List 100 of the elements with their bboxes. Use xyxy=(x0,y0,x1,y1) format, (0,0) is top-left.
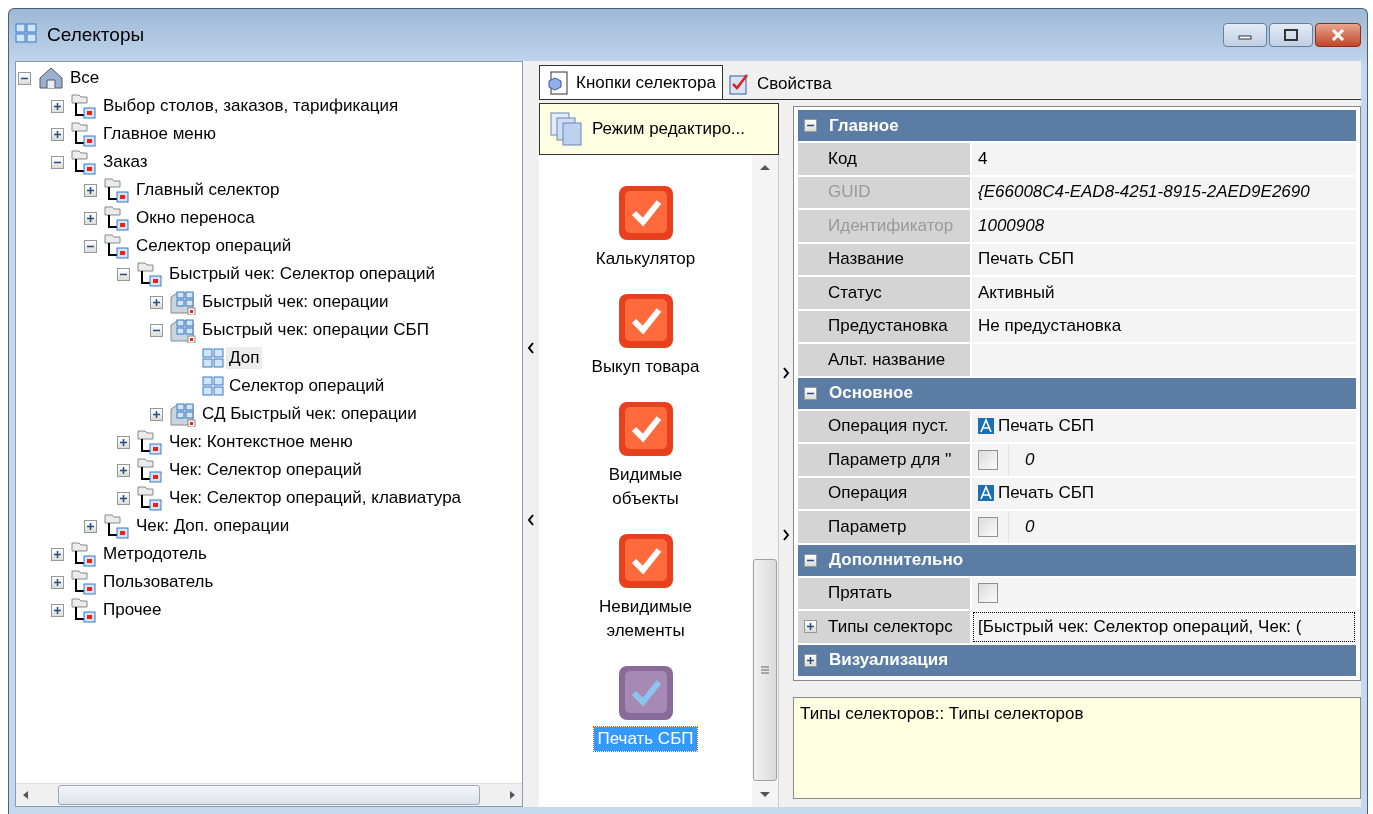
property-label: Параметр для '' xyxy=(798,444,970,476)
property-label: Прятать xyxy=(798,577,970,609)
collapse-icon[interactable] xyxy=(84,239,97,253)
tree-item[interactable]: Чек: Контекстное меню xyxy=(166,431,356,453)
tree-item[interactable]: Быстрый чек: операции xyxy=(199,291,392,313)
folder-icon xyxy=(70,149,98,175)
property-value[interactable]: 0 xyxy=(972,511,1356,543)
expand-icon[interactable] xyxy=(117,491,130,505)
property-label: Идентификатор xyxy=(798,210,970,242)
expand-icon[interactable] xyxy=(84,211,97,225)
maximize-button[interactable] xyxy=(1269,23,1313,47)
tree-item[interactable]: Быстрый чек: операции СБП xyxy=(199,319,432,341)
collapse-left-icon[interactable] xyxy=(527,514,535,526)
property-value[interactable]: Активный xyxy=(972,277,1356,309)
tree-item[interactable]: Селектор операций xyxy=(226,375,388,397)
pages-icon xyxy=(550,112,582,146)
folder-grid-icon xyxy=(169,317,197,343)
maximize-icon xyxy=(1284,29,1298,41)
tab[interactable]: Свойства xyxy=(722,69,838,99)
property-value[interactable]: Печать СБП xyxy=(972,477,1356,509)
close-button[interactable] xyxy=(1315,23,1361,47)
tree-item[interactable]: Прочее xyxy=(100,599,165,621)
tree-item[interactable]: Чек: Селектор операций, клавиатура xyxy=(166,487,465,509)
tree-item[interactable]: Главный селектор xyxy=(133,179,283,201)
letter-a-icon xyxy=(978,418,994,435)
property-value[interactable]: 4 xyxy=(972,143,1356,175)
folder-grid-icon xyxy=(169,289,197,315)
property-label: Операция xyxy=(798,477,970,509)
checkbox[interactable] xyxy=(978,583,998,604)
vertical-scrollbar[interactable] xyxy=(752,155,778,807)
folder-icon xyxy=(70,93,98,119)
checkmark-tile-icon xyxy=(617,185,674,241)
expand-icon[interactable] xyxy=(51,547,64,561)
folder-icon xyxy=(136,485,164,511)
expand-icon[interactable] xyxy=(804,620,817,634)
tree-item[interactable]: Заказ xyxy=(100,151,151,173)
selector-button[interactable]: Калькулятор xyxy=(545,185,746,271)
group-header[interactable]: Визуализация xyxy=(798,644,1356,676)
tree-item[interactable]: Метродотель xyxy=(100,543,210,565)
expand-right-icon[interactable] xyxy=(782,528,790,541)
expand-right-icon[interactable] xyxy=(782,366,790,379)
property-label: Статус xyxy=(798,277,970,309)
property-label: Типы селекторс xyxy=(798,611,970,643)
checkmark-tile-icon xyxy=(617,665,674,721)
property-value[interactable]: [Быстрый чек: Селектор операций, Чек: ( xyxy=(972,611,1356,643)
selector-button[interactable]: Невидимые элементы xyxy=(545,533,746,643)
expand-icon[interactable] xyxy=(51,127,64,141)
expand-icon[interactable] xyxy=(150,295,163,309)
tree-item[interactable]: СД Быстрый чек: операции xyxy=(199,403,420,425)
expand-icon xyxy=(804,653,817,667)
expand-icon[interactable] xyxy=(84,183,97,197)
collapse-left-icon[interactable] xyxy=(527,342,535,354)
group-header[interactable]: Дополнительно xyxy=(798,544,1356,576)
expand-icon[interactable] xyxy=(84,519,97,533)
property-value[interactable]: 0 xyxy=(972,444,1356,476)
checklist-icon xyxy=(728,73,749,95)
expand-icon[interactable] xyxy=(117,463,130,477)
tree-item[interactable]: Доп xyxy=(226,347,263,369)
tree-item[interactable]: Главное меню xyxy=(100,123,219,145)
checkbox[interactable] xyxy=(978,516,998,537)
edit-mode-button[interactable]: Режим редактиро... xyxy=(539,103,779,155)
property-value[interactable]: Печать СБП xyxy=(972,243,1356,275)
expand-icon[interactable] xyxy=(51,575,64,589)
cube-icon xyxy=(546,70,568,95)
tree-item[interactable]: Чек: Селектор операций xyxy=(166,459,365,481)
folder-icon xyxy=(70,541,98,567)
folder-icon xyxy=(103,233,131,259)
folder-icon xyxy=(103,177,131,203)
checkmark-tile-icon xyxy=(617,401,674,457)
selector-button[interactable]: Видимые объекты xyxy=(545,401,746,511)
property-value[interactable]: Не предустановка xyxy=(972,310,1356,342)
expand-icon[interactable] xyxy=(150,407,163,421)
tree-item[interactable]: Чек: Доп. операции xyxy=(133,515,293,537)
scroll-up-icon[interactable] xyxy=(759,163,771,171)
collapse-icon[interactable] xyxy=(18,71,31,85)
expand-icon[interactable] xyxy=(117,435,130,449)
horizontal-scrollbar[interactable] xyxy=(16,783,522,806)
expand-icon[interactable] xyxy=(51,603,64,617)
tree-item[interactable]: Пользователь xyxy=(100,571,217,593)
collapse-icon[interactable] xyxy=(117,267,130,281)
checkbox[interactable] xyxy=(978,449,998,470)
group-header[interactable]: Основное xyxy=(798,377,1356,409)
tree-item[interactable]: Все xyxy=(67,67,103,89)
expand-icon[interactable] xyxy=(51,99,64,113)
group-header[interactable]: Главное xyxy=(798,110,1356,141)
checkmark-tile-icon xyxy=(617,533,674,589)
tree-item[interactable]: Селектор операций xyxy=(133,235,295,257)
grid-icon xyxy=(202,348,224,368)
tree-item[interactable]: Окно переноса xyxy=(133,207,258,229)
scroll-down-icon[interactable] xyxy=(759,791,771,799)
collapse-icon xyxy=(804,386,817,400)
property-value[interactable]: Печать СБП xyxy=(972,410,1356,442)
tree-item[interactable]: Быстрый чек: Селектор операций xyxy=(166,263,438,285)
folder-icon xyxy=(103,205,131,231)
folder-grid-icon xyxy=(169,401,197,427)
collapse-icon[interactable] xyxy=(150,323,163,337)
collapse-icon[interactable] xyxy=(51,155,64,169)
tab[interactable]: Кнопки селектора xyxy=(539,65,723,99)
selector-button[interactable]: Выкуп товара xyxy=(545,293,746,379)
tree-item[interactable]: Выбор столов, заказов, тарификация xyxy=(100,95,402,117)
